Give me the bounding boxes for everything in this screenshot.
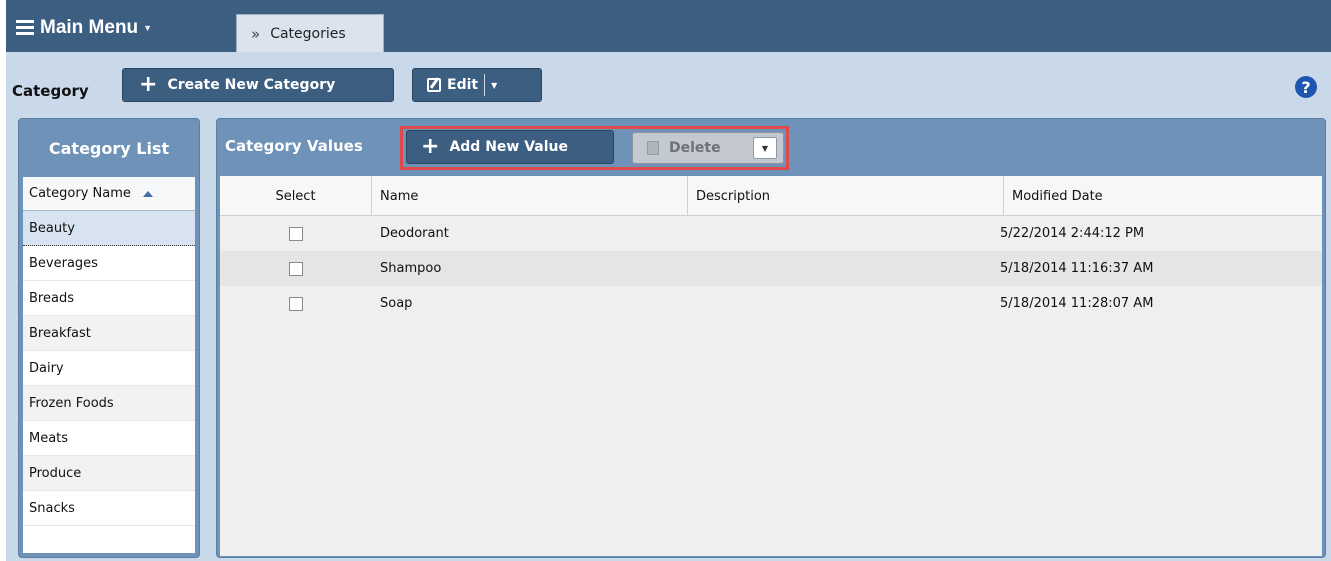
category-item[interactable]: Breads [23, 281, 195, 316]
category-item[interactable]: Breakfast [23, 316, 195, 351]
table-row[interactable]: Soap 5/18/2014 11:28:07 AM [220, 286, 1322, 321]
category-item[interactable]: Beauty [23, 211, 195, 246]
column-header-select[interactable]: Select [220, 176, 372, 216]
edit-button[interactable]: Edit ▼ [412, 68, 542, 102]
select-cell [289, 216, 303, 251]
modified-date-cell: 5/22/2014 2:44:12 PM [1000, 226, 1145, 241]
edit-icon [427, 78, 441, 92]
tab-label: Categories [270, 25, 346, 42]
category-item[interactable]: Meats [23, 421, 195, 456]
main-menu-label: Main Menu [40, 17, 139, 38]
trash-icon [647, 141, 659, 155]
grid-header: Select Name Description Modified Date [220, 176, 1322, 216]
divider [484, 74, 486, 96]
category-name-header[interactable]: Category Name [23, 177, 195, 211]
delete-button[interactable]: Delete ▼ [632, 132, 784, 164]
table-row[interactable]: Shampoo 5/18/2014 11:16:37 AM [220, 251, 1322, 286]
toolbar-label: Category [12, 82, 89, 100]
select-cell [289, 251, 303, 286]
category-item[interactable]: Snacks [23, 491, 195, 526]
modified-date-cell: 5/18/2014 11:28:07 AM [1000, 296, 1154, 311]
category-list: Category Name Beauty Beverages Breads Br… [23, 177, 195, 553]
add-new-value-button[interactable]: + Add New Value [406, 130, 614, 164]
modified-date-cell: 5/18/2014 11:16:37 AM [1000, 261, 1154, 276]
double-chevron-icon: » [251, 24, 261, 43]
name-cell: Shampoo [380, 261, 442, 276]
name-cell: Soap [380, 296, 413, 311]
caret-down-icon: ▼ [143, 23, 153, 33]
select-checkbox[interactable] [289, 261, 303, 276]
main-menu-button[interactable]: Main Menu ▼ [16, 10, 152, 46]
table-row[interactable]: Deodorant 5/22/2014 2:44:12 PM [220, 216, 1322, 251]
add-button-label: Add New Value [449, 139, 568, 155]
top-bar: Main Menu ▼ [6, 0, 1331, 52]
toolbar: Category + Create New Category Edit ▼ ? [6, 52, 1331, 118]
select-checkbox[interactable] [289, 296, 303, 311]
edit-button-label: Edit [447, 77, 479, 93]
delete-button-label: Delete [669, 140, 721, 156]
select-checkbox[interactable] [289, 226, 303, 241]
tab-categories[interactable]: » Categories [236, 14, 384, 52]
create-new-category-button[interactable]: + Create New Category [122, 68, 394, 102]
category-list-title: Category List [48, 138, 170, 158]
category-values-grid: Select Name Description Modified Date De… [220, 176, 1322, 556]
help-icon[interactable]: ? [1295, 76, 1317, 98]
name-cell: Deodorant [380, 226, 449, 241]
plus-icon: + [421, 134, 440, 159]
column-header-label: Category Name [29, 186, 131, 201]
plus-icon: + [139, 72, 158, 97]
create-button-label: Create New Category [167, 77, 336, 93]
category-values-title: Category Values [225, 137, 363, 155]
caret-down-icon[interactable]: ▼ [491, 81, 497, 90]
category-item[interactable]: Dairy [23, 351, 195, 386]
column-header-modified-date[interactable]: Modified Date [1004, 176, 1322, 216]
category-item[interactable]: Produce [23, 456, 195, 491]
select-cell [289, 286, 303, 321]
category-item[interactable]: Beverages [23, 246, 195, 281]
menu-list-icon [16, 20, 34, 36]
column-header-description[interactable]: Description [688, 176, 1004, 216]
chevron-down-icon[interactable]: ▼ [753, 137, 777, 159]
column-header-name[interactable]: Name [372, 176, 688, 216]
category-item[interactable]: Frozen Foods [23, 386, 195, 421]
sort-ascending-icon [142, 190, 153, 197]
category-list-panel: Category List Category Name Beauty Bever… [18, 118, 200, 558]
